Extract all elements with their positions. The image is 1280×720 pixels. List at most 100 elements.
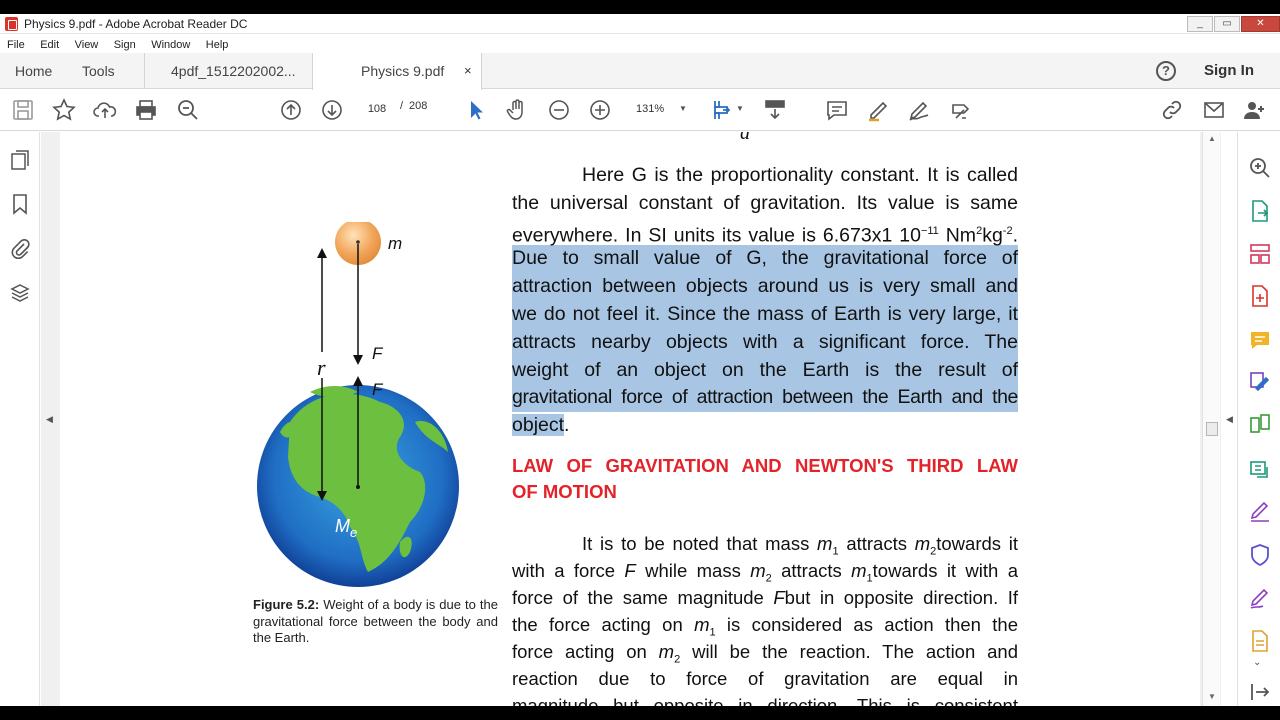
scroll-thumb[interactable]: [1206, 422, 1218, 436]
label-F-up: F: [372, 380, 384, 399]
sign-icon[interactable]: [948, 98, 972, 122]
upload-icon[interactable]: [93, 98, 117, 122]
highlighted-line[interactable]: gravitational force of attraction betwee…: [512, 384, 1018, 413]
text-line: with a force F while mass m2 attracts m1…: [512, 560, 1018, 585]
acrobat-app-icon: [5, 17, 18, 31]
bookmarks-icon[interactable]: [10, 193, 30, 215]
highlighted-line[interactable]: attraction between objects around us is …: [512, 273, 1018, 301]
fit-page-icon[interactable]: [711, 98, 735, 122]
zoom-level-select[interactable]: 131% ▼: [624, 98, 694, 120]
text-line: reaction due to force of gravitation are…: [512, 668, 1018, 689]
fill-sign-icon[interactable]: [1248, 499, 1272, 523]
combine-files-icon[interactable]: [1248, 412, 1272, 436]
zoom-tool-icon[interactable]: [1248, 156, 1272, 180]
minimize-button[interactable]: _: [1187, 16, 1213, 32]
page-number-input[interactable]: [361, 98, 393, 120]
title-bar: Physics 9.pdf - Adobe Acrobat Reader DC …: [0, 14, 1280, 34]
maximize-button[interactable]: ▭: [1214, 16, 1240, 32]
acrobat-window: Physics 9.pdf - Adobe Acrobat Reader DC …: [0, 14, 1280, 706]
next-page-icon[interactable]: [320, 98, 344, 122]
page-thumbnails-icon[interactable]: [10, 149, 30, 171]
page-total: 208: [409, 100, 428, 112]
highlighter-icon[interactable]: [866, 98, 890, 122]
select-cursor-icon[interactable]: [464, 98, 488, 122]
scroll-up-icon[interactable]: ▲: [1208, 134, 1216, 143]
text-line: object.: [512, 414, 570, 437]
collapse-right-pane-icon[interactable]: ◀: [1226, 414, 1233, 425]
scroll-down-icon[interactable]: ▼: [1208, 692, 1216, 701]
label-r: r: [317, 355, 326, 380]
section-heading: LAW OF GRAVITATION AND NEWTON'S THIRD LA…: [512, 455, 1018, 502]
organize-pages-icon[interactable]: [1248, 242, 1272, 266]
menu-file[interactable]: File: [7, 37, 25, 51]
hand-icon[interactable]: [505, 98, 529, 122]
vertical-scrollbar[interactable]: ▲ ▼: [1202, 132, 1220, 706]
highlighted-line[interactable]: weight of an object on the Earth is the …: [512, 356, 1018, 385]
menu-edit[interactable]: Edit: [40, 37, 59, 51]
zoom-in-icon[interactable]: [588, 98, 612, 122]
share-link-icon[interactable]: [1160, 98, 1184, 122]
more-tools-icon[interactable]: [1248, 629, 1272, 653]
navigation-pane: [0, 132, 40, 706]
paragraph-third-law: It is to be noted that mass m1 attracts …: [512, 530, 1018, 706]
save-icon[interactable]: [11, 98, 35, 122]
formula-fragment: d2: [740, 132, 756, 144]
menu-sign[interactable]: Sign: [114, 37, 136, 51]
text-line: the force acting on m1 is considered as …: [512, 614, 1018, 639]
figure-caption: Figure 5.2: Weight of a body is due to t…: [253, 597, 498, 645]
bookmark-star-icon[interactable]: [52, 98, 76, 122]
attachments-icon[interactable]: [10, 237, 30, 260]
print-icon[interactable]: [134, 98, 158, 122]
tab-document-1[interactable]: 4pdf_1512202002...: [144, 53, 312, 89]
search-icon[interactable]: [176, 98, 200, 122]
text-line: force of the same magnitude Fbut in oppo…: [512, 587, 1019, 608]
text-line: Here G is the proportionality constant. …: [582, 164, 1018, 186]
add-user-icon[interactable]: [1243, 98, 1267, 122]
zoom-value: 131%: [636, 103, 665, 115]
compare-icon[interactable]: [1248, 457, 1272, 481]
highlighted-word[interactable]: object: [512, 414, 565, 437]
draw-icon[interactable]: [907, 98, 931, 122]
comment-icon[interactable]: [825, 98, 849, 122]
tab-bar: Home Tools 4pdf_1512202002... Physics 9.…: [0, 53, 1280, 90]
tab-tools[interactable]: Tools: [82, 53, 115, 89]
text-line: the universal constant of gravitation. I…: [512, 191, 1018, 214]
highlighted-line[interactable]: we do not feel it. Since the mass of Ear…: [512, 300, 1018, 329]
edit-pdf-icon[interactable]: [1248, 370, 1272, 394]
layers-icon[interactable]: [10, 282, 30, 304]
prev-page-icon[interactable]: [279, 98, 303, 122]
comment-tool-icon[interactable]: [1248, 328, 1272, 352]
collapse-left-pane-icon[interactable]: ◀: [46, 414, 53, 425]
highlighted-line[interactable]: Due to small value of G, the gravitation…: [512, 245, 1018, 274]
sign-in-button[interactable]: Sign In: [1204, 62, 1254, 79]
chevron-down-icon: ▼: [679, 104, 687, 113]
tab-document-2-label: Physics 9.pdf: [361, 63, 445, 79]
menu-help[interactable]: Help: [206, 37, 229, 51]
protect-icon[interactable]: [1248, 543, 1272, 567]
tab-document-2[interactable]: Physics 9.pdf ×: [312, 53, 482, 90]
paragraph-gravitational-constant: Here G is the proportionality constant. …: [512, 162, 1018, 440]
export-pdf-icon[interactable]: [1248, 199, 1272, 223]
scroll-mode-icon[interactable]: [763, 98, 787, 122]
highlighted-line[interactable]: attracts nearby objects with a significa…: [512, 328, 1018, 357]
tools-pane: ⌄: [1237, 132, 1280, 706]
help-icon[interactable]: ?: [1156, 61, 1176, 81]
text-line: everywhere. In SI units its value is 6.6…: [512, 224, 1018, 247]
signature-icon[interactable]: [1248, 586, 1272, 610]
label-F-down: F: [372, 344, 384, 363]
text-line: magnitude but opposite in direction. Thi…: [512, 695, 1018, 706]
page-separator: /: [400, 100, 404, 112]
collapse-tools-pane-icon[interactable]: [1248, 680, 1272, 700]
zoom-out-icon[interactable]: [547, 98, 571, 122]
text-line: It is to be noted that mass m1 attracts …: [582, 533, 1018, 558]
menu-window[interactable]: Window: [151, 37, 190, 51]
tab-home[interactable]: Home: [15, 53, 52, 89]
fit-page-dropdown-icon[interactable]: ▼: [736, 104, 744, 113]
expand-tools-chevron-icon[interactable]: ⌄: [1253, 657, 1261, 668]
menu-view[interactable]: View: [75, 37, 99, 51]
close-window-button[interactable]: ✕: [1241, 16, 1280, 32]
close-tab-icon[interactable]: ×: [464, 53, 472, 89]
create-pdf-icon[interactable]: [1248, 284, 1272, 308]
main-toolbar: / 208 131% ▼ ▼: [0, 90, 1280, 131]
email-icon[interactable]: [1202, 98, 1226, 122]
